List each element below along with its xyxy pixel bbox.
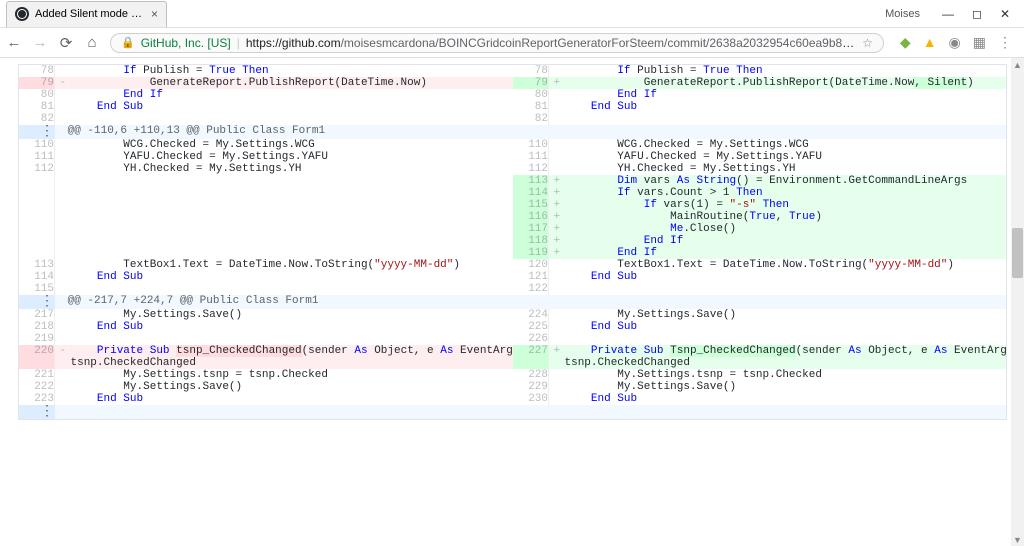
diff-line[interactable]: 111 YAFU.Checked = My.Settings.YAFU111 Y… (19, 151, 1007, 163)
hunk-header[interactable]: ⋮ @@ -110,6 +110,13 @@ Public Class Form… (19, 125, 1007, 139)
diff-line[interactable]: 81 End Sub81 End Sub (19, 101, 1007, 113)
diff-line[interactable]: 223 End Sub230 End Sub (19, 393, 1007, 405)
windows-user-label: Moises (885, 8, 928, 20)
diff-line[interactable]: 110 WCG.Checked = My.Settings.WCG110 WCG… (19, 139, 1007, 151)
browser-tab[interactable]: Added Silent mode (flag × (6, 1, 167, 27)
ext-icon-2[interactable]: ▲ (923, 34, 937, 51)
diff-line[interactable]: 119+ End If (19, 247, 1007, 259)
diff-line[interactable]: 217 My.Settings.Save()224 My.Settings.Sa… (19, 309, 1007, 321)
diff-line[interactable]: 115122 (19, 283, 1007, 295)
github-favicon (15, 7, 29, 21)
diff-line[interactable]: 222 My.Settings.Save()229 My.Settings.Sa… (19, 381, 1007, 393)
browser-toolbar: ← → ⟳ ⌂ 🔒 GitHub, Inc. [US] | https://gi… (0, 28, 1024, 58)
diff-line[interactable]: 114 End Sub121 End Sub (19, 271, 1007, 283)
lock-icon: 🔒 (121, 36, 135, 49)
hunk-expand-bottom[interactable]: ⋮ (19, 405, 1007, 420)
scrollbar-track[interactable]: ▲ ▼ (1011, 58, 1024, 546)
scrollbar-thumb[interactable] (1012, 228, 1023, 278)
url-text: https://github.com/moisesmcardona/BOINCG… (246, 36, 856, 50)
expand-icon[interactable]: ⋮ (40, 404, 54, 420)
page-content: 78 If Publish = True Then78 If Publish =… (0, 58, 1024, 546)
ev-cert-label: GitHub, Inc. [US] (141, 36, 231, 50)
diff-line[interactable]: 219226 (19, 333, 1007, 345)
ext-icon-4[interactable]: ▦ (973, 34, 986, 51)
maximize-icon[interactable]: ◻ (972, 7, 982, 21)
menu-icon[interactable]: ⋮ (998, 34, 1012, 51)
diff-line[interactable]: 220- Private Sub tsnp_CheckedChanged(sen… (19, 345, 1007, 357)
diff-line[interactable]: 113+ Dim vars As String() = Environment.… (19, 175, 1007, 187)
diff-line[interactable]: tsnp.CheckedChangedtsnp.CheckedChanged (19, 357, 1007, 369)
expand-icon[interactable]: ⋮ (40, 124, 54, 140)
browser-titlebar: Added Silent mode (flag × Moises — ◻ ✕ (0, 0, 1024, 28)
scroll-down-icon[interactable]: ▼ (1011, 533, 1024, 546)
diff-line[interactable]: 78 If Publish = True Then78 If Publish =… (19, 65, 1007, 78)
diff-line[interactable]: 112 YH.Checked = My.Settings.YH112 YH.Ch… (19, 163, 1007, 175)
window-controls: — ◻ ✕ (928, 7, 1024, 21)
forward-icon[interactable]: → (32, 35, 48, 51)
diff-line[interactable]: 116+ MainRoutine(True, True) (19, 211, 1007, 223)
expand-icon[interactable]: ⋮ (40, 294, 54, 310)
diff-line[interactable]: 8282 (19, 113, 1007, 125)
scroll-up-icon[interactable]: ▲ (1011, 58, 1024, 71)
diff-line[interactable]: 114+ If vars.Count > 1 Then (19, 187, 1007, 199)
home-icon[interactable]: ⌂ (84, 35, 100, 51)
tab-close-icon[interactable]: × (151, 7, 158, 21)
diff-line[interactable]: 221 My.Settings.tsnp = tsnp.Checked228 M… (19, 369, 1007, 381)
address-bar[interactable]: 🔒 GitHub, Inc. [US] | https://github.com… (110, 33, 884, 53)
star-icon[interactable]: ☆ (862, 36, 873, 50)
diff-table: 78 If Publish = True Then78 If Publish =… (18, 64, 1007, 420)
minimize-icon[interactable]: — (942, 7, 954, 21)
diff-line[interactable]: 79- GenerateReport.PublishReport(DateTim… (19, 77, 1007, 89)
diff-line[interactable]: 218 End Sub225 End Sub (19, 321, 1007, 333)
tab-title: Added Silent mode (flag (35, 8, 145, 20)
hunk-header[interactable]: ⋮ @@ -217,7 +224,7 @@ Public Class Form1 (19, 295, 1007, 309)
ext-icon-1[interactable]: ◆ (900, 34, 911, 51)
diff-line[interactable]: 113 TextBox1.Text = DateTime.Now.ToStrin… (19, 259, 1007, 271)
ext-icon-3[interactable]: ◉ (949, 34, 961, 51)
reload-icon[interactable]: ⟳ (58, 35, 74, 51)
back-icon[interactable]: ← (6, 35, 22, 51)
close-icon[interactable]: ✕ (1000, 7, 1010, 21)
diff-line[interactable]: 115+ If vars(1) = "-s" Then (19, 199, 1007, 211)
diff-line[interactable]: 118+ End If (19, 235, 1007, 247)
diff-line[interactable]: 117+ Me.Close() (19, 223, 1007, 235)
diff-line[interactable]: 80 End If80 End If (19, 89, 1007, 101)
